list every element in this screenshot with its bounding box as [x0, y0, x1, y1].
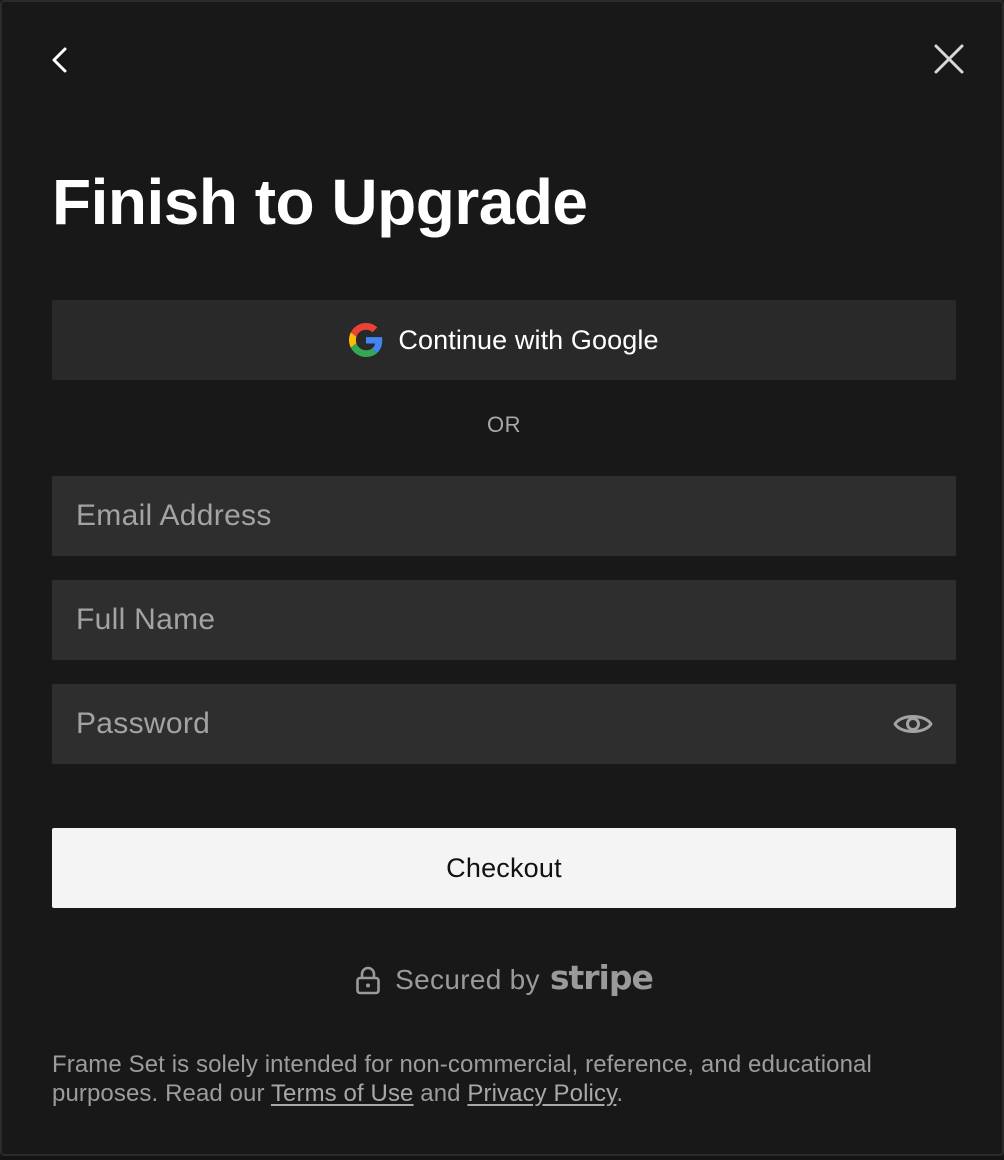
privacy-policy-link[interactable]: Privacy Policy — [467, 1080, 616, 1107]
eye-icon — [893, 715, 933, 733]
checkout-button[interactable]: Checkout — [52, 828, 956, 908]
full-name-input[interactable] — [52, 580, 956, 660]
stripe-logo: stripe — [549, 958, 654, 997]
secured-text: Secured by — [395, 963, 540, 995]
upgrade-modal: Finish to Upgrade Continue with Google O… — [0, 0, 1004, 1156]
lock-icon — [355, 965, 381, 995]
footer-disclaimer: Frame Set is solely intended for non-com… — [52, 1050, 962, 1108]
full-name-field-container — [52, 580, 956, 660]
or-divider: OR — [487, 412, 521, 437]
email-field-container — [52, 476, 956, 556]
close-icon — [934, 44, 964, 74]
google-icon — [349, 323, 383, 357]
secured-by-stripe: Secured by stripe — [2, 958, 1004, 999]
terms-of-use-link[interactable]: Terms of Use — [271, 1080, 414, 1107]
password-input[interactable] — [52, 684, 956, 764]
close-button[interactable] — [926, 40, 970, 80]
back-button[interactable] — [40, 40, 80, 80]
email-input[interactable] — [52, 476, 956, 556]
continue-with-google-button[interactable]: Continue with Google — [52, 300, 956, 380]
page-title: Finish to Upgrade — [52, 166, 588, 238]
chevron-left-icon — [52, 47, 67, 73]
google-button-label: Continue with Google — [398, 324, 659, 355]
footer-text-and: and — [413, 1080, 468, 1107]
show-password-toggle[interactable] — [892, 704, 934, 744]
footer-text-end: . — [616, 1080, 624, 1107]
password-field-container — [52, 684, 956, 764]
